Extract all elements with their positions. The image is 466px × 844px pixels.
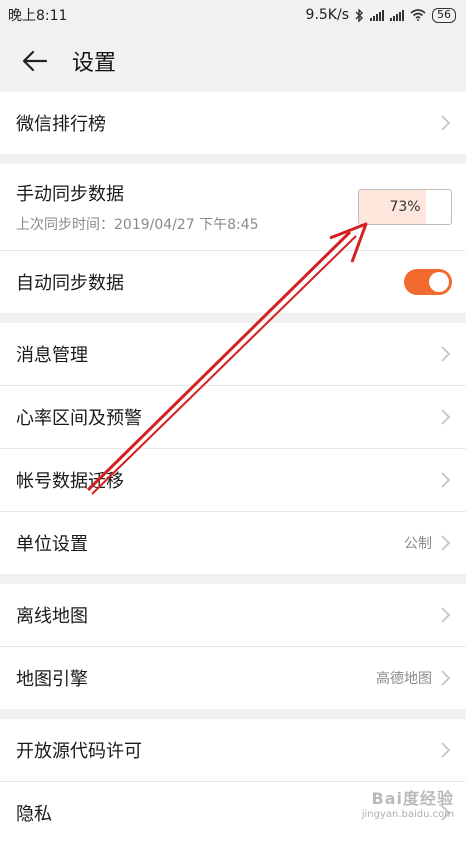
signal-icon <box>370 9 384 21</box>
auto-sync-toggle[interactable] <box>404 269 452 295</box>
signal-icon-2 <box>390 9 404 21</box>
settings-group-wechat: 微信排行榜 <box>0 92 466 154</box>
row-map-engine[interactable]: 地图引擎 高德地图 <box>0 647 466 709</box>
chevron-right-icon <box>441 607 451 623</box>
row-auto-sync[interactable]: 自动同步数据 <box>0 251 466 313</box>
settings-group-general: 消息管理 心率区间及预警 帐号数据迁移 单位设置 公制 <box>0 323 466 574</box>
progress-percent: 73% <box>389 199 421 215</box>
chevron-right-icon <box>441 346 451 362</box>
wifi-icon <box>410 9 426 21</box>
row-label: 帐号数据迁移 <box>16 471 124 492</box>
watermark-sub: jingyan.baidu.com <box>361 809 454 820</box>
row-label: 隐私 <box>16 804 52 825</box>
row-label: 离线地图 <box>16 606 88 627</box>
row-label: 单位设置 <box>16 534 88 555</box>
bluetooth-icon <box>355 8 363 22</box>
row-value: 公制 <box>404 536 432 552</box>
status-time: 晚上8:11 <box>8 8 68 24</box>
app-header: 设置 <box>0 30 466 92</box>
row-unit-settings[interactable]: 单位设置 公制 <box>0 512 466 574</box>
chevron-right-icon <box>441 409 451 425</box>
row-manual-sync[interactable]: 手动同步数据 上次同步时间：2019/04/27 下午8:45 73% <box>0 164 466 251</box>
row-label: 心率区间及预警 <box>16 408 142 429</box>
settings-group-map: 离线地图 地图引擎 高德地图 <box>0 584 466 709</box>
chevron-right-icon <box>441 472 451 488</box>
back-button[interactable] <box>20 46 50 76</box>
chevron-right-icon <box>441 115 451 131</box>
chevron-right-icon <box>441 535 451 551</box>
toggle-knob <box>429 272 449 292</box>
row-label: 自动同步数据 <box>16 273 124 294</box>
last-sync-time: 上次同步时间：2019/04/27 下午8:45 <box>16 217 259 233</box>
row-open-source[interactable]: 开放源代码许可 <box>0 719 466 782</box>
row-account-migration[interactable]: 帐号数据迁移 <box>0 449 466 512</box>
network-speed: 9.5K/s <box>305 7 349 23</box>
status-icons: 9.5K/s 56 <box>306 7 456 23</box>
row-label: 消息管理 <box>16 345 88 366</box>
row-heart-rate-zones[interactable]: 心率区间及预警 <box>0 386 466 449</box>
row-message-management[interactable]: 消息管理 <box>0 323 466 386</box>
row-offline-map[interactable]: 离线地图 <box>0 584 466 647</box>
watermark: Bai度经验 jingyan.baidu.com <box>362 785 454 820</box>
chevron-right-icon <box>441 742 451 758</box>
arrow-left-icon <box>22 50 48 72</box>
row-value: 高德地图 <box>376 671 432 687</box>
sync-progress-bar: 73% <box>358 189 452 225</box>
row-label: 地图引擎 <box>16 669 88 690</box>
row-label: 微信排行榜 <box>16 114 106 135</box>
watermark-main: Bai度经验 <box>371 789 454 808</box>
row-label: 手动同步数据 <box>16 184 124 205</box>
row-label: 开放源代码许可 <box>16 741 142 762</box>
chevron-right-icon <box>441 670 451 686</box>
page-title: 设置 <box>72 51 117 76</box>
status-bar: 晚上8:11 9.5K/s 56 <box>0 0 466 30</box>
row-wechat-ranking[interactable]: 微信排行榜 <box>0 92 466 154</box>
settings-group-legal: 开放源代码许可 隐私 <box>0 719 466 844</box>
settings-group-sync: 手动同步数据 上次同步时间：2019/04/27 下午8:45 73% 自动同步… <box>0 164 466 313</box>
battery-indicator: 56 <box>432 7 456 23</box>
